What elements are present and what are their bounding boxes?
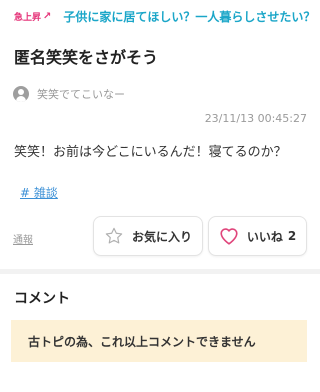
comments-closed-text: 古トピの為、これ以上コメントできません [28,334,256,349]
like-count: 2 [287,229,297,243]
trending-badge: 急上昇 ↗ [14,10,51,23]
avatar-icon [13,86,29,102]
like-button[interactable]: いいね 2 [208,216,307,256]
favorite-label: お気に入り [131,229,192,244]
post-author: 笑笑でてこいなー [13,86,125,102]
trending-badge-label: 急上昇 [14,12,42,23]
favorite-button[interactable]: お気に入り [93,216,203,256]
trending-bar[interactable]: 急上昇 ↗ 子供に家に居てほしい？一人暮らしさせたい？ [0,0,320,32]
author-name: 笑笑でてこいなー [37,88,125,101]
comments-closed-notice: 古トピの為、これ以上コメントできません [11,320,307,362]
trending-headline-link[interactable]: 子供に家に居てほしい？一人暮らしさせたい？ [63,8,315,25]
section-divider [0,269,320,274]
post-timestamp: 23/11/13 00:45:27 [204,112,307,125]
trending-up-arrow-icon: ↗ [43,10,52,22]
tag-link[interactable]: # 雑談 [20,184,58,201]
post-title: 匿名笑笑をさがそう [14,48,159,67]
heart-icon [220,228,238,245]
report-link[interactable]: 通報 [13,231,33,246]
star-icon [105,227,123,244]
comments-heading: コメント [14,291,70,307]
like-label: いいね [246,229,283,244]
post-body: 笑笑！お前は今どこにいるんだ！寝てるのか？ [14,145,287,160]
